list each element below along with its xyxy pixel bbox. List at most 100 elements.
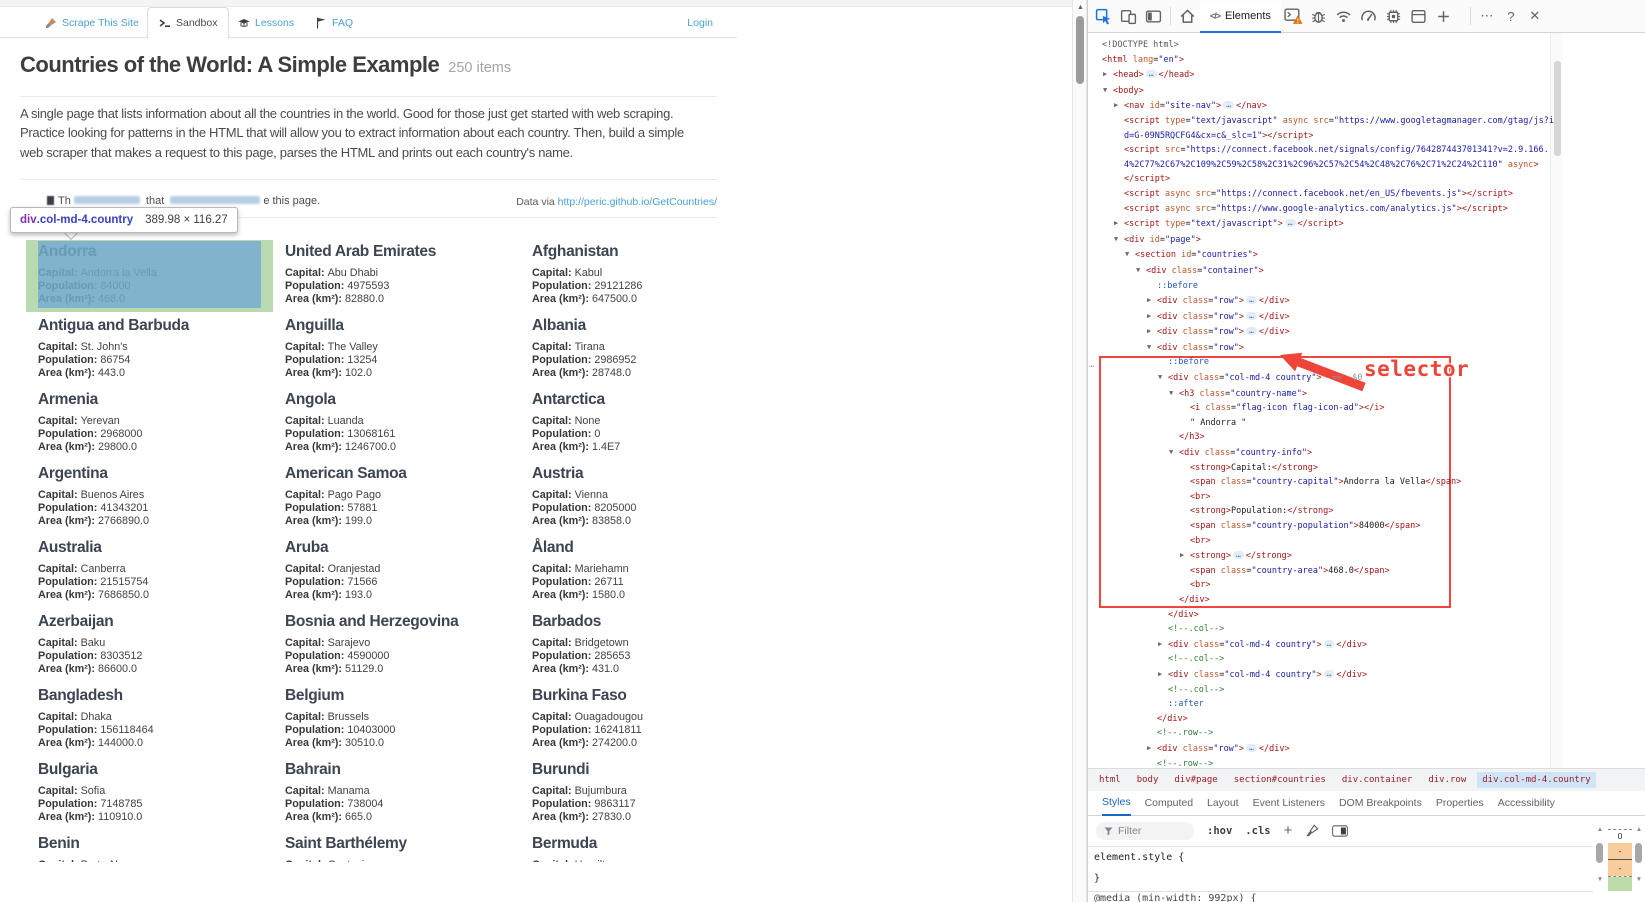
styles-scrollbar[interactable]: ▲ ▼ xyxy=(1594,820,1606,902)
tree-row[interactable]: " Andorra " xyxy=(1088,416,1645,431)
expander-closed-icon[interactable]: ▶ xyxy=(1147,309,1157,324)
tree-row[interactable]: ▶<div class="row">…</div> xyxy=(1088,293,1645,309)
tree-row[interactable]: <br> xyxy=(1088,578,1645,593)
computed-styles-sidebar-toggle-icon[interactable] xyxy=(1332,825,1348,837)
scrollbar-thumb[interactable] xyxy=(1635,843,1642,863)
element-style-close[interactable]: } xyxy=(1088,868,1593,889)
tree-row[interactable]: <!DOCTYPE html> xyxy=(1088,38,1645,53)
tree-row[interactable]: ▼<div class="container"> xyxy=(1088,263,1645,279)
tree-row[interactable]: ▼<div id="page"> xyxy=(1088,232,1645,248)
expander-open-icon[interactable]: ▼ xyxy=(1158,370,1168,385)
expander-open-icon[interactable]: ▼ xyxy=(1125,247,1135,262)
login-link[interactable]: Login xyxy=(687,7,713,38)
tree-row[interactable]: ::before xyxy=(1088,355,1645,370)
expand-ellipsis-button[interactable]: … xyxy=(1246,744,1257,752)
expander-open-icon[interactable]: ▼ xyxy=(1147,340,1157,355)
expander-closed-icon[interactable]: ▶ xyxy=(1147,741,1157,756)
inspect-icon[interactable] xyxy=(1091,3,1116,29)
tree-row[interactable]: d=G-09N5RQCFG4&cx=c&_slc=1"></script> xyxy=(1088,129,1645,144)
more-icon[interactable]: ⋯ xyxy=(1475,8,1499,24)
scroll-up-arrow-icon[interactable]: ▲ xyxy=(1594,826,1606,833)
memory-chip-icon[interactable] xyxy=(1381,3,1406,29)
expand-ellipsis-button[interactable]: … xyxy=(1246,327,1257,335)
expander-open-icon[interactable]: ▼ xyxy=(1169,386,1179,401)
plus-icon[interactable] xyxy=(1431,3,1456,29)
tree-row[interactable]: <script async src="https://www.google-an… xyxy=(1088,202,1645,217)
breadcrumb-section-countries[interactable]: section#countries xyxy=(1229,772,1331,788)
tree-row[interactable]: ▼<body> xyxy=(1088,83,1645,99)
expander-closed-icon[interactable]: ▶ xyxy=(1114,216,1124,231)
close-icon[interactable]: ✕ xyxy=(1523,8,1547,24)
tree-row[interactable]: <script type="text/javascript" async src… xyxy=(1088,114,1645,129)
sidebar-tab-styles[interactable]: Styles xyxy=(1102,791,1131,816)
expander-closed-icon[interactable]: ▶ xyxy=(1114,98,1124,113)
scroll-down-arrow-icon[interactable]: ▼ xyxy=(1633,876,1645,883)
tree-row[interactable]: <span class="country-area">468.0</span> xyxy=(1088,564,1645,579)
expand-ellipsis-button[interactable]: … xyxy=(1285,219,1296,227)
tree-row[interactable]: ▶<script type="text/javascript">…</scrip… xyxy=(1088,216,1645,232)
network-wifi-icon[interactable] xyxy=(1331,3,1356,29)
expand-ellipsis-button[interactable]: … xyxy=(1233,551,1244,559)
devtools-right-scrollbar[interactable]: ▲ ▼ xyxy=(1633,820,1645,902)
hint-link-blurred[interactable] xyxy=(170,196,260,204)
tree-row[interactable]: <br> xyxy=(1088,490,1645,505)
tree-row[interactable]: </div> xyxy=(1088,593,1645,608)
console-warning-icon[interactable] xyxy=(1281,3,1306,29)
rendering-brush-icon[interactable] xyxy=(1305,824,1319,838)
device-emulation-icon[interactable] xyxy=(1116,3,1141,29)
breadcrumb-div-col-md-4-country[interactable]: div.col-md-4.country xyxy=(1477,772,1595,788)
toggle-hov[interactable]: :hov xyxy=(1207,825,1232,837)
tree-row[interactable]: <br> xyxy=(1088,534,1645,549)
tree-row[interactable]: 4%2C77%2C67%2C109%2C59%2C58%2C31%2C96%2C… xyxy=(1088,158,1645,173)
tree-row[interactable]: ▶<div class="row">…</div> xyxy=(1088,741,1645,757)
expander-open-icon[interactable]: ▼ xyxy=(1169,445,1179,460)
scroll-up-arrow-icon[interactable]: ▲ xyxy=(1073,4,1088,11)
tree-row[interactable]: ▶<div class="col-md-4 country">…</div> xyxy=(1088,667,1645,683)
tree-row[interactable]: ▼<section id="countries"> xyxy=(1088,247,1645,263)
sidebar-tab-dom-breakpoints[interactable]: DOM Breakpoints xyxy=(1339,791,1422,816)
nav-item-lessons[interactable]: Lessons xyxy=(238,7,294,38)
tree-row[interactable]: </h3> xyxy=(1088,430,1645,445)
tree-row[interactable]: <!--.col--> xyxy=(1088,683,1645,698)
tree-row[interactable]: <span class="country-capital">Andorra la… xyxy=(1088,475,1645,490)
tree-row[interactable]: </div> xyxy=(1088,608,1645,623)
tree-row[interactable]: ▶<div class="row">…</div> xyxy=(1088,309,1645,325)
tree-row[interactable]: <!--.row--> xyxy=(1088,726,1645,741)
expander-closed-icon[interactable]: ▶ xyxy=(1180,548,1190,563)
application-box-icon[interactable] xyxy=(1406,3,1431,29)
tree-row[interactable]: ▶<nav id="site-nav">…</nav> xyxy=(1088,98,1645,114)
expander-open-icon[interactable]: ▼ xyxy=(1114,232,1124,247)
scrollbar-thumb[interactable] xyxy=(1596,843,1603,863)
sidebar-tab-event-listeners[interactable]: Event Listeners xyxy=(1253,791,1325,816)
breadcrumb-div-page[interactable]: div#page xyxy=(1169,772,1222,788)
tree-row[interactable]: <span class="country-population">84000</… xyxy=(1088,519,1645,534)
tree-row[interactable]: <script src="https://connect.facebook.ne… xyxy=(1088,143,1645,158)
tree-row[interactable]: <i class="flag-icon flag-icon-ad"></i> xyxy=(1088,401,1645,416)
nav-item-sandbox[interactable]: Sandbox xyxy=(147,7,229,39)
tree-row[interactable]: <!--.col--> xyxy=(1088,622,1645,637)
scroll-down-arrow-icon[interactable]: ▼ xyxy=(1594,876,1606,883)
expand-ellipsis-button[interactable]: … xyxy=(1223,101,1234,109)
expand-ellipsis-button[interactable]: … xyxy=(1246,296,1257,304)
performance-gauge-icon[interactable] xyxy=(1356,3,1381,29)
sidebar-tab-layout[interactable]: Layout xyxy=(1207,791,1239,816)
expander-closed-icon[interactable]: ▶ xyxy=(1158,667,1168,682)
tree-row[interactable]: ▼<div class="country-info"> xyxy=(1088,445,1645,461)
tree-row[interactable]: ▶<div class="row">…</div> xyxy=(1088,324,1645,340)
tree-row[interactable]: ::after xyxy=(1088,697,1645,712)
expand-ellipsis-button[interactable]: … xyxy=(1324,670,1335,678)
page-scrollbar-thumb[interactable] xyxy=(1076,16,1084,84)
expander-closed-icon[interactable]: ▶ xyxy=(1147,293,1157,308)
tree-row[interactable]: </script> xyxy=(1088,172,1645,187)
help-icon[interactable]: ? xyxy=(1499,9,1523,24)
tree-row[interactable]: <strong>Capital:</strong> xyxy=(1088,461,1645,476)
nav-item-scrape-this-site[interactable]: Scrape This Site xyxy=(45,7,139,38)
page-scrollbar[interactable]: ▲ xyxy=(1072,0,1087,902)
expander-closed-icon[interactable]: ▶ xyxy=(1103,67,1113,82)
bug-icon[interactable] xyxy=(1306,3,1331,29)
tree-row[interactable]: <!--.row--> xyxy=(1088,757,1645,769)
data-via-link[interactable]: http://peric.github.io/GetCountries/ xyxy=(558,196,717,208)
expander-closed-icon[interactable]: ▶ xyxy=(1147,324,1157,339)
breadcrumb-div-container[interactable]: div.container xyxy=(1337,772,1417,788)
hint-link-blurred[interactable] xyxy=(74,196,140,204)
